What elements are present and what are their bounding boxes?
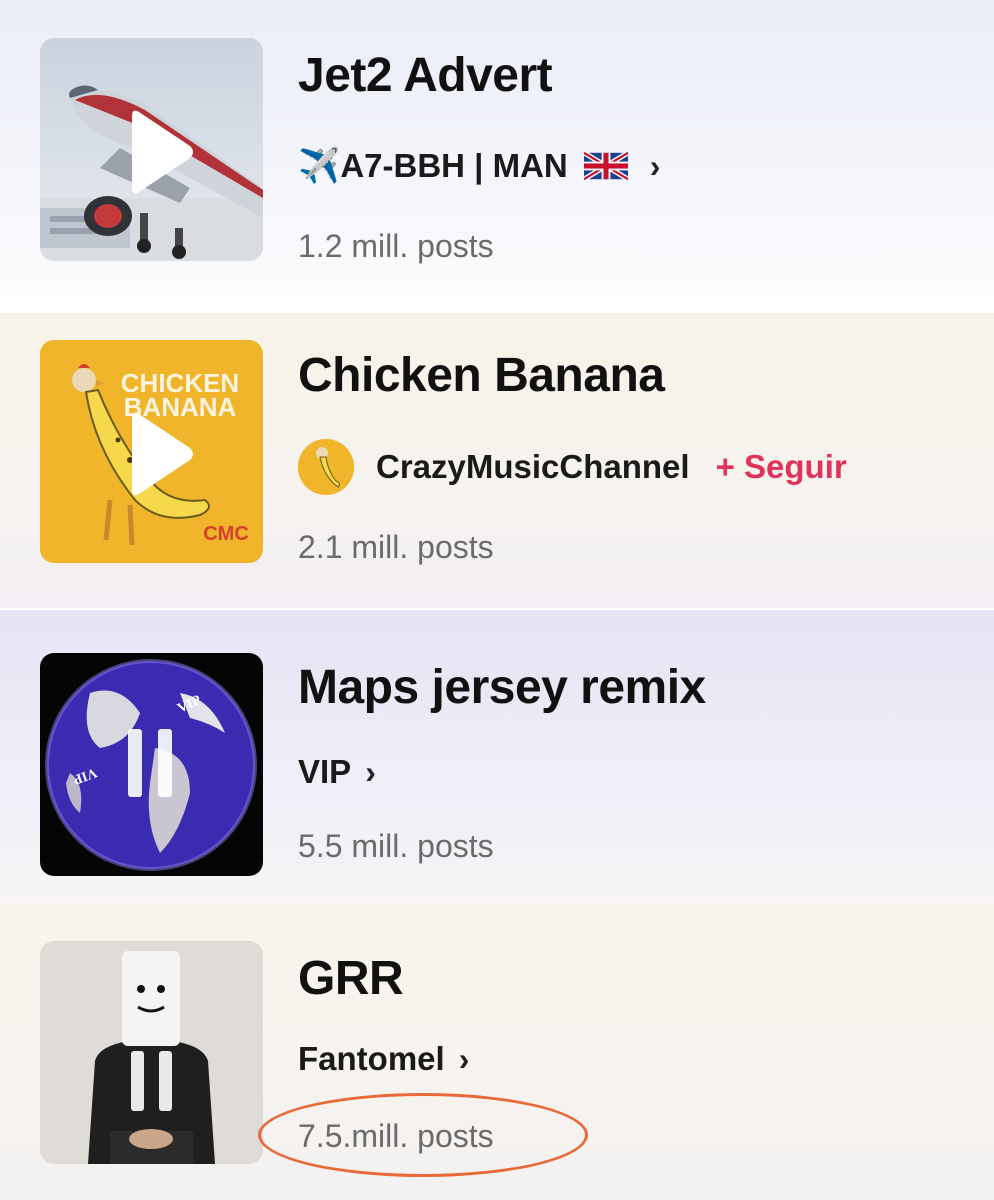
sound-title[interactable]: GRR	[298, 951, 404, 1006]
play-icon[interactable]	[40, 340, 263, 563]
highlight-circle-annotation	[258, 1093, 588, 1177]
chevron-right-icon: ›	[649, 147, 661, 184]
subtitle-text: VIP	[298, 753, 352, 790]
chevron-right-icon: ›	[365, 753, 376, 790]
artist-row: CrazyMusicChannel + Seguir	[298, 439, 847, 495]
posts-count: 5.5 mill. posts	[298, 828, 494, 864]
sound-subtitle-link[interactable]: Fantomel ›	[298, 1040, 469, 1078]
pause-icon[interactable]	[40, 653, 263, 876]
play-icon[interactable]	[40, 38, 263, 261]
sound-subtitle-link[interactable]: ✈️ A7-BBH | MAN ›	[298, 146, 660, 186]
chevron-right-icon: ›	[458, 1040, 470, 1077]
artist-name[interactable]: CrazyMusicChannel	[376, 448, 690, 486]
sound-item-jet2-advert[interactable]: Jet2 Advert ✈️ A7-BBH | MAN › 1.2 mill. …	[0, 0, 994, 295]
maps-jersey-thumbnail[interactable]: VIP VIP	[40, 653, 263, 876]
sound-item-chicken-banana[interactable]: CHICKEN BANANA CMC Chicken Banana CrazyM…	[0, 313, 994, 608]
subtitle-text: Fantomel	[298, 1040, 445, 1077]
follow-button[interactable]: + Seguir	[716, 448, 847, 486]
grr-thumbnail[interactable]	[40, 941, 263, 1164]
avatar[interactable]	[298, 439, 354, 495]
uk-flag-icon	[583, 151, 628, 181]
pause-icon[interactable]	[40, 941, 263, 1164]
posts-count: 2.1 mill. posts	[298, 529, 494, 565]
airplane-icon: ✈️	[298, 146, 341, 186]
sound-title[interactable]: Chicken Banana	[298, 348, 665, 403]
subtitle-text: A7-BBH | MAN	[340, 147, 568, 184]
posts-count: 1.2 mill. posts	[298, 228, 494, 264]
jet2-thumbnail[interactable]	[40, 38, 263, 261]
sound-subtitle-link[interactable]: VIP ›	[298, 753, 376, 791]
sound-title[interactable]: Maps jersey remix	[298, 660, 706, 715]
chicken-banana-thumbnail[interactable]: CHICKEN BANANA CMC	[40, 340, 263, 563]
sound-title[interactable]: Jet2 Advert	[298, 48, 553, 103]
sound-item-maps-jersey-remix[interactable]: VIP VIP Maps jersey remix VIP › 5.5 mill…	[0, 610, 994, 905]
